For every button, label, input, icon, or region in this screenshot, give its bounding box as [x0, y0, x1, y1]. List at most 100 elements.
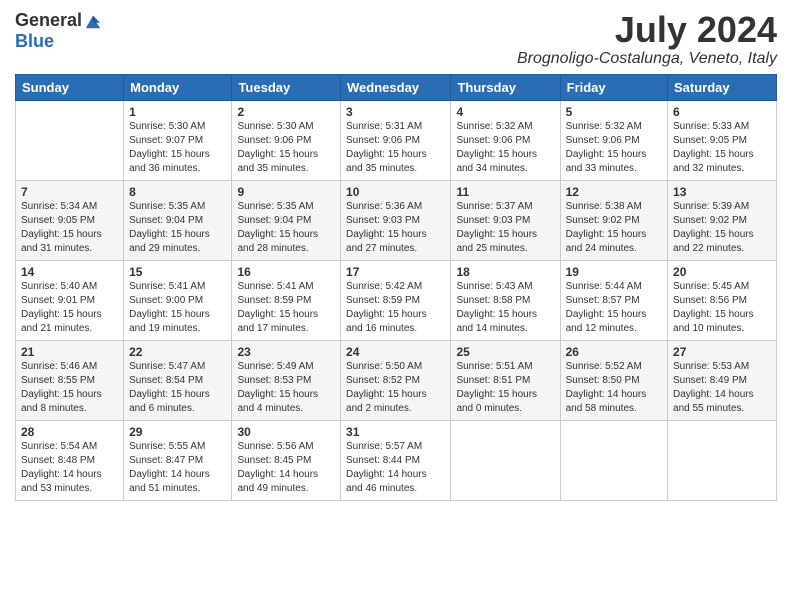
day-info: Sunrise: 5:40 AM Sunset: 9:01 PM Dayligh…: [21, 280, 118, 336]
day-number: 20: [673, 265, 771, 279]
calendar-cell: [668, 420, 777, 500]
calendar-cell: 6Sunrise: 5:33 AM Sunset: 9:05 PM Daylig…: [668, 100, 777, 180]
calendar-cell: 23Sunrise: 5:49 AM Sunset: 8:53 PM Dayli…: [232, 340, 341, 420]
calendar-cell: [451, 420, 560, 500]
day-info: Sunrise: 5:42 AM Sunset: 8:59 PM Dayligh…: [346, 280, 445, 336]
day-number: 16: [237, 265, 335, 279]
day-header-saturday: Saturday: [668, 74, 777, 100]
day-info: Sunrise: 5:35 AM Sunset: 9:04 PM Dayligh…: [129, 200, 226, 256]
day-number: 7: [21, 185, 118, 199]
day-number: 22: [129, 345, 226, 359]
calendar-cell: 29Sunrise: 5:55 AM Sunset: 8:47 PM Dayli…: [124, 420, 232, 500]
calendar-cell: 1Sunrise: 5:30 AM Sunset: 9:07 PM Daylig…: [124, 100, 232, 180]
calendar-cell: 8Sunrise: 5:35 AM Sunset: 9:04 PM Daylig…: [124, 180, 232, 260]
day-info: Sunrise: 5:34 AM Sunset: 9:05 PM Dayligh…: [21, 200, 118, 256]
day-header-friday: Friday: [560, 74, 667, 100]
day-number: 19: [566, 265, 662, 279]
calendar-cell: 19Sunrise: 5:44 AM Sunset: 8:57 PM Dayli…: [560, 260, 667, 340]
day-number: 13: [673, 185, 771, 199]
day-info: Sunrise: 5:52 AM Sunset: 8:50 PM Dayligh…: [566, 360, 662, 416]
calendar-cell: 21Sunrise: 5:46 AM Sunset: 8:55 PM Dayli…: [16, 340, 124, 420]
calendar-cell: 16Sunrise: 5:41 AM Sunset: 8:59 PM Dayli…: [232, 260, 341, 340]
day-number: 2: [237, 105, 335, 119]
day-info: Sunrise: 5:32 AM Sunset: 9:06 PM Dayligh…: [566, 120, 662, 176]
calendar-table: SundayMondayTuesdayWednesdayThursdayFrid…: [15, 74, 777, 501]
calendar-cell: [560, 420, 667, 500]
day-info: Sunrise: 5:31 AM Sunset: 9:06 PM Dayligh…: [346, 120, 445, 176]
day-number: 18: [456, 265, 554, 279]
calendar-cell: [16, 100, 124, 180]
day-info: Sunrise: 5:53 AM Sunset: 8:49 PM Dayligh…: [673, 360, 771, 416]
day-number: 4: [456, 105, 554, 119]
day-number: 25: [456, 345, 554, 359]
day-info: Sunrise: 5:45 AM Sunset: 8:56 PM Dayligh…: [673, 280, 771, 336]
day-info: Sunrise: 5:37 AM Sunset: 9:03 PM Dayligh…: [456, 200, 554, 256]
logo-blue-text: Blue: [15, 31, 54, 52]
day-number: 11: [456, 185, 554, 199]
day-header-monday: Monday: [124, 74, 232, 100]
day-header-thursday: Thursday: [451, 74, 560, 100]
day-info: Sunrise: 5:41 AM Sunset: 9:00 PM Dayligh…: [129, 280, 226, 336]
logo: General Blue: [15, 10, 102, 52]
day-info: Sunrise: 5:30 AM Sunset: 9:07 PM Dayligh…: [129, 120, 226, 176]
calendar-cell: 15Sunrise: 5:41 AM Sunset: 9:00 PM Dayli…: [124, 260, 232, 340]
day-info: Sunrise: 5:51 AM Sunset: 8:51 PM Dayligh…: [456, 360, 554, 416]
calendar-cell: 22Sunrise: 5:47 AM Sunset: 8:54 PM Dayli…: [124, 340, 232, 420]
month-year-title: July 2024: [517, 10, 777, 50]
day-info: Sunrise: 5:54 AM Sunset: 8:48 PM Dayligh…: [21, 440, 118, 496]
day-info: Sunrise: 5:57 AM Sunset: 8:44 PM Dayligh…: [346, 440, 445, 496]
day-info: Sunrise: 5:30 AM Sunset: 9:06 PM Dayligh…: [237, 120, 335, 176]
day-number: 5: [566, 105, 662, 119]
calendar-week-row: 1Sunrise: 5:30 AM Sunset: 9:07 PM Daylig…: [16, 100, 777, 180]
day-number: 26: [566, 345, 662, 359]
day-info: Sunrise: 5:44 AM Sunset: 8:57 PM Dayligh…: [566, 280, 662, 336]
calendar-cell: 2Sunrise: 5:30 AM Sunset: 9:06 PM Daylig…: [232, 100, 341, 180]
day-number: 28: [21, 425, 118, 439]
calendar-header-row: SundayMondayTuesdayWednesdayThursdayFrid…: [16, 74, 777, 100]
day-number: 6: [673, 105, 771, 119]
calendar-cell: 10Sunrise: 5:36 AM Sunset: 9:03 PM Dayli…: [341, 180, 451, 260]
day-number: 8: [129, 185, 226, 199]
day-number: 23: [237, 345, 335, 359]
calendar-cell: 30Sunrise: 5:56 AM Sunset: 8:45 PM Dayli…: [232, 420, 341, 500]
day-number: 27: [673, 345, 771, 359]
logo-text: General: [15, 10, 102, 31]
day-number: 9: [237, 185, 335, 199]
day-number: 17: [346, 265, 445, 279]
logo-icon: [84, 12, 102, 30]
day-info: Sunrise: 5:39 AM Sunset: 9:02 PM Dayligh…: [673, 200, 771, 256]
calendar-week-row: 7Sunrise: 5:34 AM Sunset: 9:05 PM Daylig…: [16, 180, 777, 260]
location-text: Brognoligo-Costalunga, Veneto, Italy: [517, 50, 777, 68]
day-number: 30: [237, 425, 335, 439]
title-section: July 2024 Brognoligo-Costalunga, Veneto,…: [517, 10, 777, 68]
calendar-cell: 31Sunrise: 5:57 AM Sunset: 8:44 PM Dayli…: [341, 420, 451, 500]
calendar-cell: 28Sunrise: 5:54 AM Sunset: 8:48 PM Dayli…: [16, 420, 124, 500]
calendar-cell: 7Sunrise: 5:34 AM Sunset: 9:05 PM Daylig…: [16, 180, 124, 260]
day-header-sunday: Sunday: [16, 74, 124, 100]
calendar-cell: 4Sunrise: 5:32 AM Sunset: 9:06 PM Daylig…: [451, 100, 560, 180]
day-number: 3: [346, 105, 445, 119]
day-info: Sunrise: 5:32 AM Sunset: 9:06 PM Dayligh…: [456, 120, 554, 176]
day-info: Sunrise: 5:50 AM Sunset: 8:52 PM Dayligh…: [346, 360, 445, 416]
calendar-cell: 25Sunrise: 5:51 AM Sunset: 8:51 PM Dayli…: [451, 340, 560, 420]
calendar-cell: 11Sunrise: 5:37 AM Sunset: 9:03 PM Dayli…: [451, 180, 560, 260]
day-info: Sunrise: 5:36 AM Sunset: 9:03 PM Dayligh…: [346, 200, 445, 256]
day-number: 14: [21, 265, 118, 279]
day-number: 21: [21, 345, 118, 359]
calendar-cell: 9Sunrise: 5:35 AM Sunset: 9:04 PM Daylig…: [232, 180, 341, 260]
calendar-cell: 20Sunrise: 5:45 AM Sunset: 8:56 PM Dayli…: [668, 260, 777, 340]
day-info: Sunrise: 5:46 AM Sunset: 8:55 PM Dayligh…: [21, 360, 118, 416]
day-number: 24: [346, 345, 445, 359]
day-number: 15: [129, 265, 226, 279]
day-header-wednesday: Wednesday: [341, 74, 451, 100]
calendar-cell: 18Sunrise: 5:43 AM Sunset: 8:58 PM Dayli…: [451, 260, 560, 340]
calendar-cell: 3Sunrise: 5:31 AM Sunset: 9:06 PM Daylig…: [341, 100, 451, 180]
day-number: 12: [566, 185, 662, 199]
day-info: Sunrise: 5:49 AM Sunset: 8:53 PM Dayligh…: [237, 360, 335, 416]
logo-general-text: General: [15, 10, 82, 31]
header: General Blue July 2024 Brognoligo-Costal…: [15, 10, 777, 68]
calendar-week-row: 28Sunrise: 5:54 AM Sunset: 8:48 PM Dayli…: [16, 420, 777, 500]
day-info: Sunrise: 5:38 AM Sunset: 9:02 PM Dayligh…: [566, 200, 662, 256]
day-info: Sunrise: 5:43 AM Sunset: 8:58 PM Dayligh…: [456, 280, 554, 336]
calendar-cell: 26Sunrise: 5:52 AM Sunset: 8:50 PM Dayli…: [560, 340, 667, 420]
